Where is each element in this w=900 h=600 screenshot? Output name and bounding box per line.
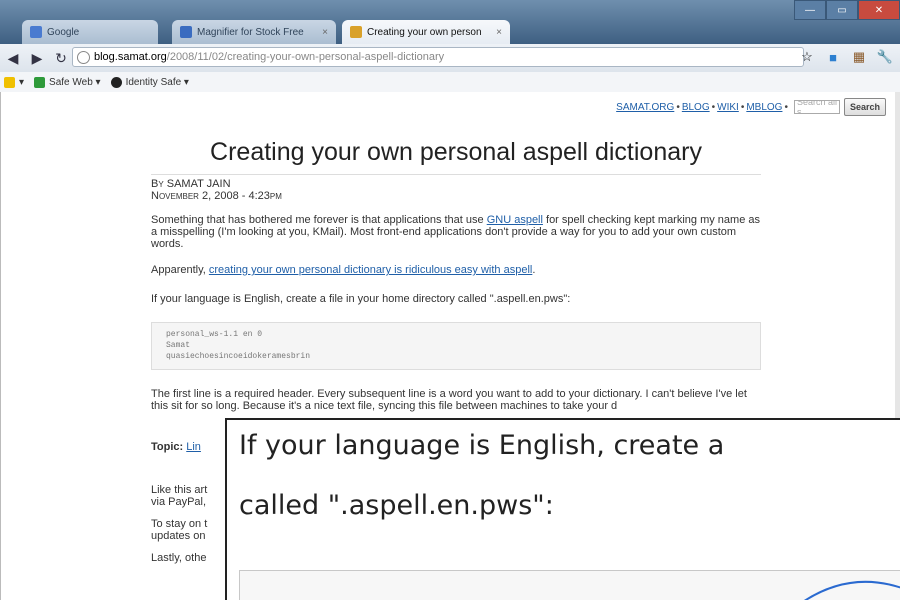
close-tab-icon[interactable]: ×	[316, 27, 328, 38]
nav-link-mblog[interactable]: MBLOG	[746, 102, 782, 113]
search-button[interactable]: Search	[843, 98, 886, 116]
navigation-toolbar: ◀ ▶ ↻ blog.samat.org /2008/11/02/creatin…	[0, 44, 900, 73]
code-line: personal_ws-1.1 en 0	[166, 330, 263, 339]
bookmarks-bar: ▾ Safe Web ▾ Identity Safe ▾	[0, 72, 900, 93]
nav-link-blog[interactable]: BLOG	[682, 102, 710, 113]
topic-link[interactable]: Lin	[186, 441, 201, 453]
code-block: personal_ws-1.1 en 0 Samat quasiechoesin…	[151, 322, 761, 370]
tab-label: Google	[47, 26, 80, 38]
magnified-text-line-1: If your language is English, create a	[239, 430, 725, 461]
nav-link-samat-org[interactable]: SAMAT.ORG	[616, 102, 674, 113]
aspell-dictionary-link[interactable]: creating your own personal dictionary is…	[209, 264, 532, 276]
paragraph-1: Something that has bothered me forever i…	[151, 214, 760, 250]
bookmark-label: Safe Web ▾	[49, 76, 101, 88]
url-path: /2008/11/02/creating-your-own-personal-a…	[166, 51, 445, 63]
magnifier-window: If your language is English, create a ca…	[225, 418, 900, 600]
tab-label: Creating your own person	[367, 26, 482, 38]
google-favicon-icon	[30, 26, 42, 38]
magnified-text-line-2: called ".aspell.en.pws":	[239, 490, 554, 521]
title-divider	[151, 174, 761, 175]
window-controls: — ▭ ✕	[794, 0, 900, 20]
reload-icon[interactable]: ↻	[50, 47, 72, 69]
back-arrow-icon[interactable]: ◀	[2, 47, 24, 69]
gnu-aspell-link[interactable]: GNU aspell	[487, 214, 543, 226]
bookmark-label: Identity Safe ▾	[125, 76, 189, 88]
toolbar-extensions: ☆ ■ ▦ 🔧	[798, 48, 894, 66]
search-input[interactable]: Search all s	[793, 100, 840, 114]
maximize-icon[interactable]: ▭	[826, 0, 858, 20]
post-author: SAMAT JAIN	[166, 178, 231, 190]
paragraph-3: If your language is English, create a fi…	[151, 293, 571, 305]
page-title: Creating your own personal aspell dictio…	[210, 138, 702, 166]
topic-line: Topic: Lin	[151, 441, 201, 453]
nav-link-wiki[interactable]: WIKI	[717, 102, 739, 113]
wrench-icon[interactable]: 🔧	[876, 48, 894, 66]
post-byline: By SAMAT JAIN November 2, 2008 - 4:23pm	[151, 178, 282, 202]
identity-safe-icon	[110, 76, 122, 88]
address-bar[interactable]: blog.samat.org /2008/11/02/creating-your…	[72, 47, 804, 67]
code-line: quasiechoesincoeidokeramesbrin	[166, 352, 311, 361]
tab-magnifier[interactable]: Magnifier for Stock Free ×	[172, 20, 336, 44]
close-tab-icon[interactable]: ×	[490, 27, 502, 38]
bookmark-identity-safe[interactable]: Identity Safe ▾	[110, 76, 189, 88]
code-line: Samat	[166, 341, 191, 350]
close-window-icon[interactable]: ✕	[858, 0, 900, 20]
site-nav: SAMAT.ORG • BLOG • WIKI • MBLOG • Search all…	[616, 98, 886, 116]
extension-icon[interactable]: ▦	[850, 48, 868, 66]
post-date: November 2, 2008 - 4:23pm	[151, 190, 282, 202]
safe-web-icon	[34, 76, 46, 88]
norton-menu-icon[interactable]: ▾	[4, 76, 24, 88]
extension-icon[interactable]: ■	[824, 48, 842, 66]
magnifier-lens-icon	[804, 580, 900, 600]
forward-arrow-icon[interactable]: ▶	[26, 47, 48, 69]
blog-favicon-icon	[350, 26, 362, 38]
minimize-icon[interactable]: —	[794, 0, 826, 20]
bookmark-star-icon[interactable]: ☆	[798, 48, 816, 66]
page-info-icon[interactable]	[77, 50, 90, 64]
browser-titlebar: Google Magnifier for Stock Free × Creati…	[0, 0, 900, 44]
tab-creating-dictionary[interactable]: Creating your own person ×	[342, 20, 510, 44]
paragraph-4: The first line is a required header. Eve…	[151, 388, 747, 412]
paragraph-2: Apparently, creating your own personal d…	[151, 264, 536, 276]
tab-google[interactable]: Google	[22, 20, 158, 44]
bookmark-safe-web[interactable]: Safe Web ▾	[34, 76, 101, 88]
tab-label: Magnifier for Stock Free	[197, 26, 304, 38]
url-host: blog.samat.org	[94, 51, 167, 63]
magnifier-favicon-icon	[180, 26, 192, 38]
